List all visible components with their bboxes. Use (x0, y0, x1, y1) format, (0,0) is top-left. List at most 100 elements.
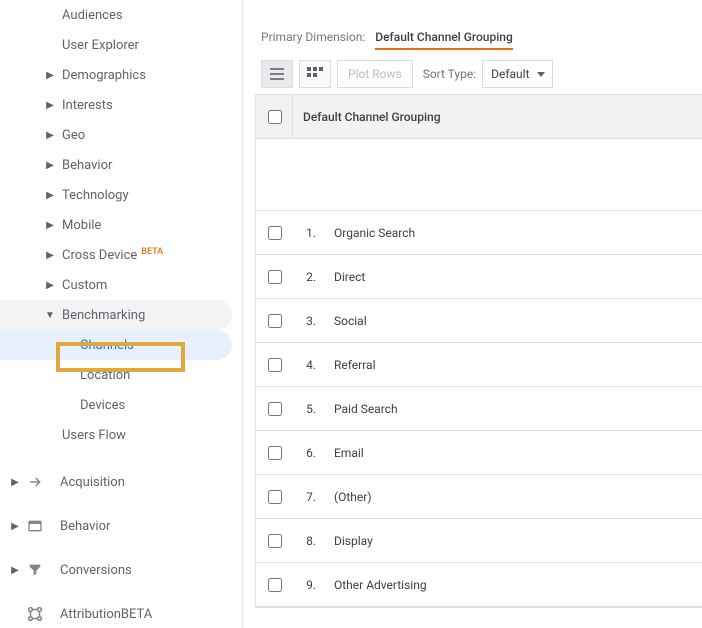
nav-cross-device[interactable]: ▶ Cross Device BETA (0, 240, 242, 270)
section-label: Acquisition (60, 475, 125, 490)
row-checkbox[interactable] (268, 446, 282, 460)
chevron-right-icon: ▶ (44, 100, 56, 111)
nav-benchmarking-devices[interactable]: Devices (0, 390, 242, 420)
table-row[interactable]: 4. Referral (256, 343, 702, 387)
row-checkbox[interactable] (268, 270, 282, 284)
row-checkbox[interactable] (268, 402, 282, 416)
nav-label: Custom (62, 278, 107, 293)
table-subheader-space (256, 139, 702, 211)
row-index: 4. (292, 358, 324, 372)
nav-label: Audiences (62, 8, 123, 23)
section-conversions[interactable]: ▶ Conversions (0, 548, 242, 592)
row-index: 8. (292, 534, 324, 548)
view-grid-button[interactable] (299, 60, 331, 88)
table-row[interactable]: 5. Paid Search (256, 387, 702, 431)
nav-label: Interests (62, 98, 113, 113)
table-row[interactable]: 6. Email (256, 431, 702, 475)
row-channel-name: Organic Search (324, 226, 702, 240)
nav-label: Location (80, 368, 130, 383)
nav-behavior[interactable]: ▶ Behavior (0, 150, 242, 180)
primary-dimension: Primary Dimension: Default Channel Group… (261, 30, 702, 50)
select-all-cell (256, 107, 292, 127)
row-channel-name: Direct (324, 270, 702, 284)
chevron-right-icon: ▶ (44, 190, 56, 201)
toolbar: Plot Rows Sort Type: Default (261, 60, 702, 88)
table-row[interactable]: 8. Display (256, 519, 702, 563)
view-table-button[interactable] (261, 60, 293, 88)
table-row[interactable]: 7. (Other) (256, 475, 702, 519)
nav-label: Technology (62, 188, 129, 203)
chevron-right-icon: ▶ (44, 280, 56, 291)
row-index: 7. (292, 490, 324, 504)
row-checkbox[interactable] (268, 226, 282, 240)
nav-audiences[interactable]: Audiences (0, 0, 242, 30)
row-channel-name: Display (324, 534, 702, 548)
chevron-right-icon: ▶ (44, 70, 56, 81)
section-acquisition[interactable]: ▶ Acquisition (0, 460, 242, 504)
beta-badge: BETA (141, 247, 163, 257)
row-checkbox[interactable] (268, 490, 282, 504)
table-header-row: Default Channel Grouping (256, 95, 702, 139)
chevron-down-icon: ▼ (44, 310, 56, 321)
sort-type-value: Default (491, 67, 529, 81)
nav-label: Mobile (62, 218, 101, 233)
section-label: Attribution (60, 607, 121, 622)
nav-label: Geo (62, 128, 85, 143)
row-channel-name: Paid Search (324, 402, 702, 416)
nav-geo[interactable]: ▶ Geo (0, 120, 242, 150)
nav-user-explorer[interactable]: User Explorer (0, 30, 242, 60)
select-all-checkbox[interactable] (268, 110, 282, 124)
section-behavior[interactable]: ▶ Behavior (0, 504, 242, 548)
nav-label: User Explorer (62, 38, 139, 53)
nav-demographics[interactable]: ▶ Demographics (0, 60, 242, 90)
nav-label: Devices (80, 398, 125, 413)
nav-technology[interactable]: ▶ Technology (0, 180, 242, 210)
chevron-right-icon: ▶ (10, 477, 20, 488)
chevron-right-icon: ▶ (44, 220, 56, 231)
nav-label: Users Flow (62, 428, 126, 443)
nav-benchmarking-channels[interactable]: Channels (0, 330, 232, 360)
table-row[interactable]: 2. Direct (256, 255, 702, 299)
row-checkbox[interactable] (268, 534, 282, 548)
table-row[interactable]: 3. Social (256, 299, 702, 343)
nav-label: Cross Device (62, 248, 137, 263)
row-channel-name: Email (324, 446, 702, 460)
nav-users-flow[interactable]: Users Flow (0, 420, 242, 450)
nav-mobile[interactable]: ▶ Mobile (0, 210, 242, 240)
conversions-icon (26, 561, 44, 579)
table-row[interactable]: 1. Organic Search (256, 211, 702, 255)
row-checkbox[interactable] (268, 358, 282, 372)
row-index: 6. (292, 446, 324, 460)
row-index: 1. (292, 226, 324, 240)
row-checkbox[interactable] (268, 578, 282, 592)
chevron-right-icon: ▶ (10, 521, 20, 532)
nav-label: Benchmarking (62, 308, 145, 323)
row-index: 3. (292, 314, 324, 328)
acquisition-icon (26, 473, 44, 491)
nav-custom[interactable]: ▶ Custom (0, 270, 242, 300)
section-attribution[interactable]: Attribution BETA (0, 592, 242, 628)
row-channel-name: Referral (324, 358, 702, 372)
nav-benchmarking-location[interactable]: Location (0, 360, 242, 390)
column-header-channel[interactable]: Default Channel Grouping (293, 110, 702, 124)
nav-label: Demographics (62, 68, 146, 83)
primary-dimension-label: Primary Dimension: (261, 30, 365, 44)
plot-rows-button[interactable]: Plot Rows (337, 60, 413, 88)
primary-dimension-value[interactable]: Default Channel Grouping (375, 30, 513, 50)
sort-type-label: Sort Type: (423, 67, 476, 81)
sort-type-select[interactable]: Default (482, 60, 552, 88)
main-content: Primary Dimension: Default Channel Group… (243, 0, 702, 628)
beta-badge: BETA (121, 607, 152, 622)
section-label: Behavior (60, 519, 110, 534)
chevron-right-icon: ▶ (44, 130, 56, 141)
row-checkbox[interactable] (268, 314, 282, 328)
table-row[interactable]: 9. Other Advertising (256, 563, 702, 607)
row-channel-name: Social (324, 314, 702, 328)
sidebar: Audiences User Explorer ▶ Demographics ▶… (0, 0, 243, 628)
attribution-icon (26, 605, 44, 623)
chevron-right-icon: ▶ (44, 250, 56, 261)
row-index: 9. (292, 578, 324, 592)
nav-interests[interactable]: ▶ Interests (0, 90, 242, 120)
nav-benchmarking[interactable]: ▼ Benchmarking (0, 300, 232, 330)
row-index: 5. (292, 402, 324, 416)
